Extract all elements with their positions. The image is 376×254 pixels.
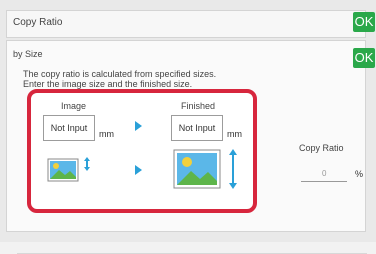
size-entry-frame: Image Not Input mm Finished Not Input mm [27, 89, 257, 213]
title-bar: Copy Ratio [6, 10, 366, 38]
finished-unit: mm [227, 129, 242, 139]
panel-ok-button[interactable]: OK [353, 48, 375, 68]
image-unit: mm [99, 129, 114, 139]
copy-ratio-unit: % [355, 169, 364, 179]
description-line-2: Enter the image size and the finished si… [23, 79, 193, 89]
arrow-right-icon [135, 121, 142, 131]
arrow-right-icon [135, 165, 142, 175]
description-line-1: The copy ratio is calculated from specif… [23, 69, 217, 79]
small-image-icon [47, 157, 90, 182]
description: The copy ratio is calculated from specif… [23, 69, 216, 89]
ok-button[interactable]: OK [353, 12, 375, 32]
large-image-icon [173, 149, 237, 189]
window-title: Copy Ratio [13, 17, 63, 28]
finished-size-input[interactable]: Not Input [171, 115, 223, 141]
copy-ratio-screen: Copy Ratio OK by Size The copy ratio is … [0, 0, 376, 254]
image-size-input[interactable]: Not Input [43, 115, 95, 141]
panel-subtitle: by Size [13, 49, 43, 59]
by-size-panel: by Size The copy ratio is calculated fro… [6, 40, 367, 254]
copy-ratio-value: 0 [322, 169, 327, 178]
copy-ratio-underline [301, 181, 347, 182]
finished-label: Finished [181, 101, 216, 111]
image-label: Image [61, 101, 87, 111]
copy-ratio-label: Copy Ratio [299, 143, 344, 153]
